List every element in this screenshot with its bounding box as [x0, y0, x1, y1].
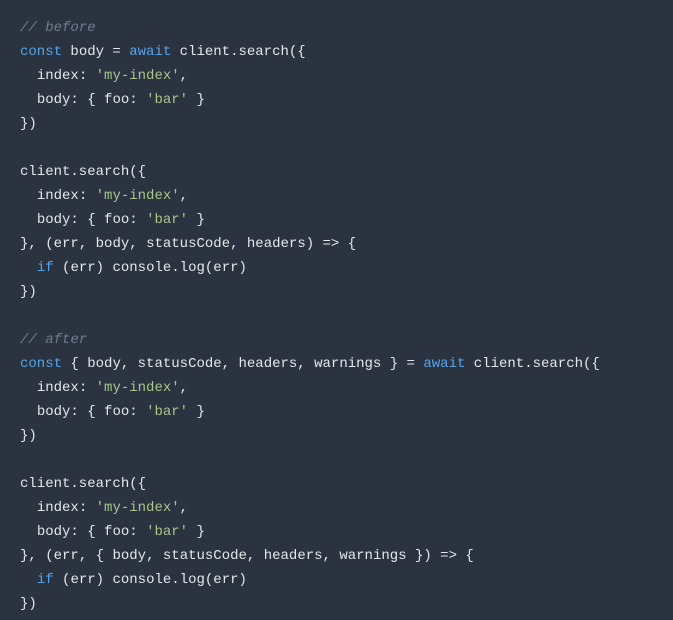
comment-before: // before: [20, 20, 96, 36]
kw-if: if: [37, 260, 54, 276]
str-bar: 'bar': [146, 92, 188, 108]
code-block: // before const body = await client.sear…: [20, 16, 653, 616]
str-my-index: 'my-index': [96, 68, 180, 84]
kw-await: await: [129, 44, 171, 60]
ident-body: body: [70, 44, 104, 60]
kw-const: const: [20, 44, 62, 60]
ident-client-search: client.search: [180, 44, 289, 60]
comment-after: // after: [20, 332, 87, 348]
